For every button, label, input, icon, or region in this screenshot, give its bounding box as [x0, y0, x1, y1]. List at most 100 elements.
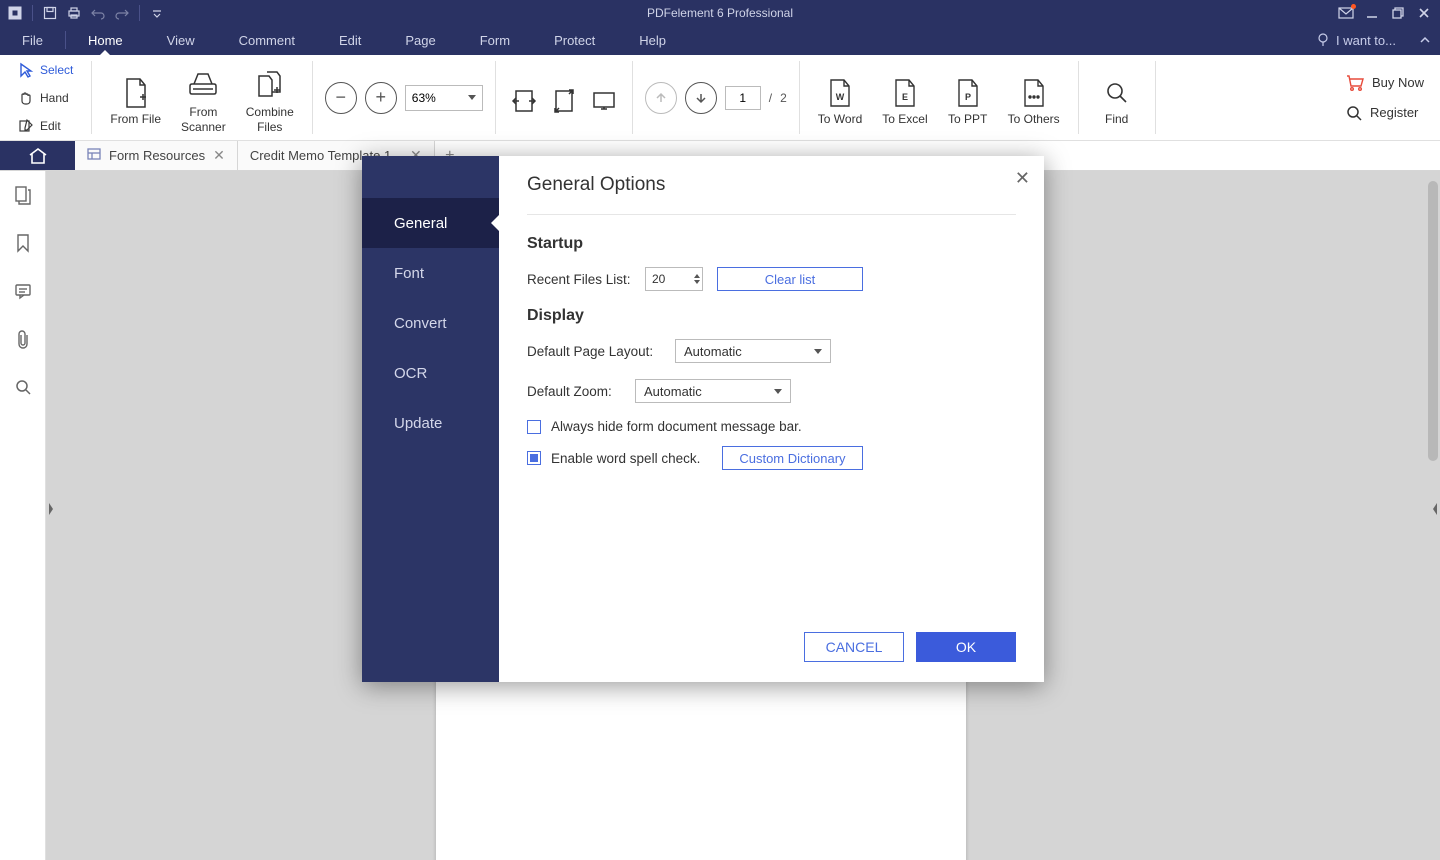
minimize-icon[interactable]	[1360, 2, 1384, 24]
tab-close-icon[interactable]: ✕	[213, 147, 225, 164]
hide-messagebar-label: Always hide form document message bar.	[551, 419, 802, 434]
custom-dictionary-button[interactable]: Custom Dictionary	[722, 446, 862, 470]
recent-files-label: Recent Files List:	[527, 272, 631, 287]
spin-down-icon[interactable]	[694, 280, 700, 284]
default-zoom-combo[interactable]: Automatic	[635, 379, 791, 403]
recent-files-spinbox[interactable]: 20	[645, 267, 703, 291]
page-separator: /	[769, 91, 772, 105]
others-icon	[1021, 74, 1047, 112]
search-help[interactable]: I want to...	[1302, 25, 1410, 55]
startup-heading: Startup	[527, 235, 1016, 253]
next-page-button[interactable]	[685, 82, 717, 114]
print-icon[interactable]	[63, 2, 85, 24]
search-panel-icon[interactable]	[11, 375, 35, 399]
collapse-ribbon-icon[interactable]	[1410, 25, 1440, 55]
fullscreen-button[interactable]	[584, 55, 624, 140]
chevron-down-icon	[814, 349, 822, 354]
menu-file[interactable]: File	[0, 25, 65, 55]
spellcheck-checkbox[interactable]	[527, 451, 541, 465]
excel-icon: E	[892, 74, 918, 112]
buy-now-button[interactable]: Buy Now	[1346, 70, 1424, 96]
sidebar-item-update[interactable]: Update	[362, 398, 499, 448]
attachments-icon[interactable]	[11, 327, 35, 351]
options-dialog: General Font Convert OCR Update ✕ Genera…	[362, 156, 1044, 682]
thumbnails-icon[interactable]	[11, 183, 35, 207]
to-others-button[interactable]: To Others	[998, 55, 1070, 140]
zoom-out-button[interactable]: −	[325, 82, 357, 114]
to-ppt-button[interactable]: PTo PPT	[938, 55, 998, 140]
page-layout-combo[interactable]: Automatic	[675, 339, 831, 363]
to-word-button[interactable]: WTo Word	[808, 55, 872, 140]
display-heading: Display	[527, 307, 1016, 325]
tab-label: Form Resources	[109, 148, 205, 163]
fit-page-icon	[551, 82, 577, 120]
menu-page[interactable]: Page	[383, 25, 457, 55]
menu-help[interactable]: Help	[617, 25, 688, 55]
svg-text:E: E	[902, 92, 908, 102]
from-file-button[interactable]: From File	[100, 55, 171, 140]
ok-button[interactable]: OK	[916, 632, 1016, 662]
bookmarks-icon[interactable]	[11, 231, 35, 255]
zoom-in-button[interactable]: +	[365, 82, 397, 114]
sidebar-item-general[interactable]: General	[362, 198, 499, 248]
sidebar-item-font[interactable]: Font	[362, 248, 499, 298]
quick-access-dropdown-icon[interactable]	[146, 2, 168, 24]
mail-icon[interactable]	[1334, 2, 1358, 24]
tab-form-resources[interactable]: Form Resources ✕	[75, 141, 238, 170]
word-icon: W	[827, 74, 853, 112]
find-button[interactable]: Find	[1087, 55, 1147, 140]
scanner-icon	[188, 67, 218, 105]
from-scanner-button[interactable]: From Scanner	[171, 55, 236, 140]
edit-tool[interactable]: Edit	[14, 113, 77, 139]
clear-list-button[interactable]: Clear list	[717, 267, 863, 291]
hand-tool[interactable]: Hand	[14, 85, 77, 111]
svg-text:W: W	[836, 92, 845, 102]
save-icon[interactable]	[39, 2, 61, 24]
vertical-scrollbar[interactable]	[1428, 181, 1438, 461]
menu-form[interactable]: Form	[458, 25, 532, 55]
left-panel	[0, 171, 46, 860]
spin-up-icon[interactable]	[694, 274, 700, 278]
svg-text:P: P	[965, 92, 971, 102]
close-icon[interactable]	[1412, 2, 1436, 24]
expand-right-icon[interactable]	[1430, 501, 1440, 517]
hide-messagebar-checkbox[interactable]	[527, 420, 541, 434]
redo-icon[interactable]	[111, 2, 133, 24]
register-button[interactable]: Register	[1346, 100, 1424, 126]
page-number-input[interactable]	[725, 86, 761, 110]
zoom-combo[interactable]: 63%	[405, 85, 483, 111]
dialog-close-icon[interactable]: ✕	[1015, 168, 1030, 189]
sidebar-item-convert[interactable]: Convert	[362, 298, 499, 348]
window-title: PDFelement 6 Professional	[0, 6, 1440, 20]
fit-page-button[interactable]	[544, 55, 584, 140]
maximize-icon[interactable]	[1386, 2, 1410, 24]
form-icon	[87, 147, 101, 164]
menu-edit[interactable]: Edit	[317, 25, 383, 55]
menu-protect[interactable]: Protect	[532, 25, 617, 55]
fit-width-icon	[511, 82, 537, 120]
comments-icon[interactable]	[11, 279, 35, 303]
undo-icon[interactable]	[87, 2, 109, 24]
cancel-button[interactable]: CANCEL	[804, 632, 904, 662]
app-logo-icon	[4, 2, 26, 24]
search-icon	[1104, 74, 1130, 112]
menubar: File Home View Comment Edit Page Form Pr…	[0, 25, 1440, 55]
menu-view[interactable]: View	[145, 25, 217, 55]
expand-left-icon[interactable]	[46, 501, 56, 517]
menu-home[interactable]: Home	[66, 25, 145, 55]
prev-page-button[interactable]	[645, 82, 677, 114]
page-total: 2	[780, 91, 787, 105]
dialog-sidebar: General Font Convert OCR Update	[362, 156, 499, 682]
ribbon-toolbar: Select Hand Edit From File From Scanner …	[0, 55, 1440, 141]
select-tool[interactable]: Select	[14, 57, 77, 83]
fit-width-button[interactable]	[504, 55, 544, 140]
fullscreen-icon	[591, 82, 617, 120]
search-help-label: I want to...	[1336, 33, 1396, 48]
sidebar-item-ocr[interactable]: OCR	[362, 348, 499, 398]
to-excel-button[interactable]: ETo Excel	[872, 55, 937, 140]
menu-comment[interactable]: Comment	[217, 25, 317, 55]
dialog-title: General Options	[527, 174, 1016, 215]
file-icon	[122, 74, 150, 112]
combine-files-button[interactable]: Combine Files	[236, 55, 304, 140]
home-tab[interactable]	[0, 141, 75, 170]
